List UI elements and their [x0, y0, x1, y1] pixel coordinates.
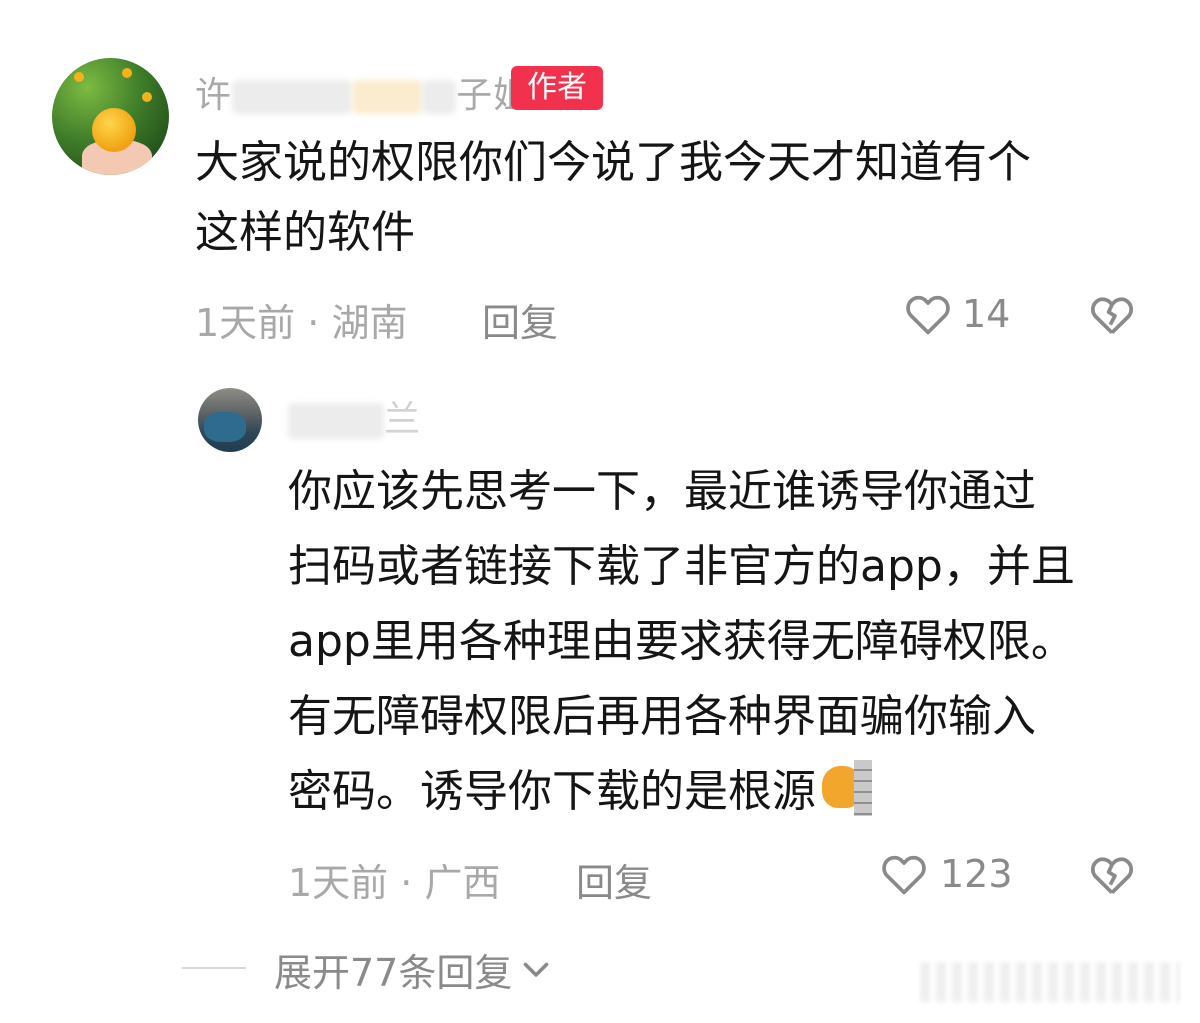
username-blur: [232, 80, 353, 114]
author-avatar[interactable]: [52, 58, 169, 175]
replier-username[interactable]: 兰: [288, 390, 421, 442]
dislike-button[interactable]: [1086, 290, 1138, 340]
fruit-dot: [122, 68, 132, 78]
heart-icon: [882, 855, 926, 895]
meta-separator: ·: [307, 301, 320, 345]
like-button[interactable]: [878, 848, 930, 900]
cat-behind-wall-emoji-icon: [818, 758, 874, 816]
reply-location: 广西: [424, 861, 501, 905]
dislike-button[interactable]: [1086, 850, 1138, 900]
expand-replies-label: 展开77条回复: [274, 950, 513, 995]
reply-time: 1天前: [288, 861, 389, 905]
comment-time: 1天前: [195, 301, 296, 345]
username-end: 兰: [384, 399, 422, 440]
comment-meta: 1天前 · 湖南: [195, 292, 407, 347]
reply-meta: 1天前 · 广西: [288, 852, 500, 907]
expand-divider: [182, 967, 246, 969]
fruit-dot: [74, 72, 84, 82]
reply-text-line-4: 有无障碍权限后再用各种界面骗你输入: [288, 691, 1036, 742]
comment-text-line-2: 这样的软件: [195, 207, 415, 258]
chevron-down-icon: [524, 962, 549, 977]
avatar-cushion: [204, 412, 246, 442]
reply-text-line-1: 你应该先思考一下，最近谁诱导你通过: [288, 466, 1036, 517]
watermark: [920, 962, 1180, 1002]
username-blur: [422, 80, 457, 114]
orange: [92, 108, 136, 152]
username-blur: [288, 403, 384, 439]
username-blur: [352, 80, 423, 114]
author-username[interactable]: 许子姐: [195, 66, 530, 118]
reply-button[interactable]: 回复: [576, 852, 652, 907]
broken-heart-icon: [1090, 857, 1134, 895]
like-button[interactable]: [902, 288, 954, 340]
comment-location: 湖南: [331, 301, 408, 345]
expand-replies-button[interactable]: 展开77条回复: [274, 946, 554, 995]
comment-text-line-1: 大家说的权限你们今说了我今天才知道有个: [195, 137, 1031, 188]
like-count: 123: [940, 852, 1013, 896]
fruit-dot: [142, 92, 152, 102]
like-count: 14: [962, 292, 1011, 336]
reply-text-line-3: app里用各种理由要求获得无障碍权限。: [288, 616, 1075, 667]
broken-heart-icon: [1090, 297, 1134, 335]
author-badge: 作者: [511, 66, 603, 110]
reply-text-line-5-text: 密码。诱导你下载的是根源: [288, 766, 816, 817]
username-start: 许: [195, 75, 233, 116]
reply-text-line-2: 扫码或者链接下载了非官方的app，并且: [288, 541, 1075, 592]
replier-avatar[interactable]: [198, 388, 262, 452]
heart-icon: [906, 295, 950, 335]
reply-text-line-5: 密码。诱导你下载的是根源: [288, 754, 874, 829]
meta-separator: ·: [400, 861, 413, 905]
reply-button[interactable]: 回复: [482, 292, 558, 347]
